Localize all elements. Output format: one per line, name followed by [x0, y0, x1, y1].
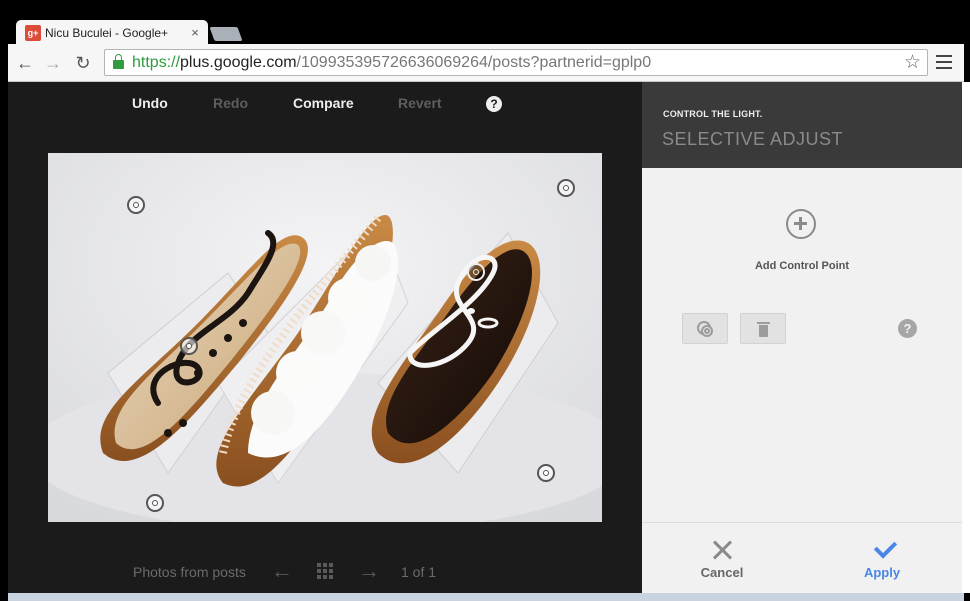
photo-eclairs[interactable] [48, 153, 602, 522]
tab-title: Nicu Buculei - Google+ [45, 25, 169, 40]
panel-help-icon[interactable]: ? [898, 319, 917, 338]
reload-icon[interactable]: ↻ [72, 52, 94, 74]
selective-adjust-panel: CONTROL THE LIGHT. SELECTIVE ADJUST Add … [642, 82, 962, 593]
apply-check-icon[interactable] [871, 537, 895, 561]
address-bar[interactable]: https://plus.google.com/1099353957266360… [104, 49, 928, 76]
add-control-point-label[interactable]: Add Control Point [642, 260, 962, 272]
cancel-x-icon[interactable] [712, 540, 732, 560]
bookmark-star-icon[interactable]: ☆ [904, 51, 921, 74]
panel-header: CONTROL THE LIGHT. SELECTIVE ADJUST [642, 82, 962, 168]
browser-menu-icon[interactable] [936, 53, 952, 71]
new-tab-button[interactable] [209, 27, 243, 41]
compare-button[interactable]: Compare [293, 95, 354, 111]
grid-view-icon[interactable] [317, 563, 333, 579]
previous-photo-icon[interactable]: ← [271, 558, 293, 584]
panel-footer: Cancel Apply [642, 522, 962, 594]
delete-control-point-button[interactable] [740, 313, 786, 344]
browser-toolbar: ← → ↻ https://plus.google.com/1099353957… [8, 44, 964, 82]
photo-counter: 1 of 1 [401, 564, 437, 580]
back-arrow-icon[interactable]: ← [14, 52, 36, 74]
browser-tabstrip: g+ Nicu Buculei - Google+ × [0, 0, 970, 45]
control-point-4[interactable] [467, 263, 485, 281]
trash-icon [757, 322, 770, 337]
browser-tab[interactable]: g+ Nicu Buculei - Google+ × [16, 20, 208, 45]
photos-from-posts-link[interactable]: Photos from posts [133, 564, 246, 580]
panel-title: SELECTIVE ADJUST [662, 129, 844, 149]
control-point-5[interactable] [537, 464, 555, 482]
close-tab-icon[interactable]: × [188, 25, 202, 40]
add-control-point-icon[interactable] [786, 209, 816, 239]
redo-button[interactable]: Redo [213, 95, 248, 111]
photo-editor: Undo Redo Compare Revert ? Photos from p… [8, 82, 642, 593]
control-point-2[interactable] [557, 179, 575, 197]
undo-button[interactable]: Undo [132, 95, 168, 111]
revert-button[interactable]: Revert [398, 95, 442, 111]
window-bottom-edge [8, 593, 964, 601]
photo-navigation-bar: Photos from posts ← → 1 of 1 [8, 552, 642, 590]
control-point-3[interactable] [180, 337, 198, 355]
control-point-1[interactable] [127, 196, 145, 214]
panel-subtitle: CONTROL THE LIGHT. [663, 109, 763, 119]
apply-button[interactable]: Apply [857, 565, 907, 580]
google-plus-favicon-icon: g+ [25, 24, 41, 41]
next-photo-icon[interactable]: → [358, 558, 380, 584]
lock-icon [113, 54, 124, 69]
control-point-6[interactable] [146, 494, 164, 512]
duplicate-control-point-button[interactable] [682, 313, 728, 344]
help-icon[interactable]: ? [486, 96, 502, 112]
url-text: https://plus.google.com/1099353957266360… [132, 53, 652, 71]
duplicate-icon [697, 321, 713, 337]
forward-arrow-icon[interactable]: → [42, 52, 64, 74]
window-right-edge [962, 82, 970, 593]
cancel-button[interactable]: Cancel [696, 565, 748, 580]
